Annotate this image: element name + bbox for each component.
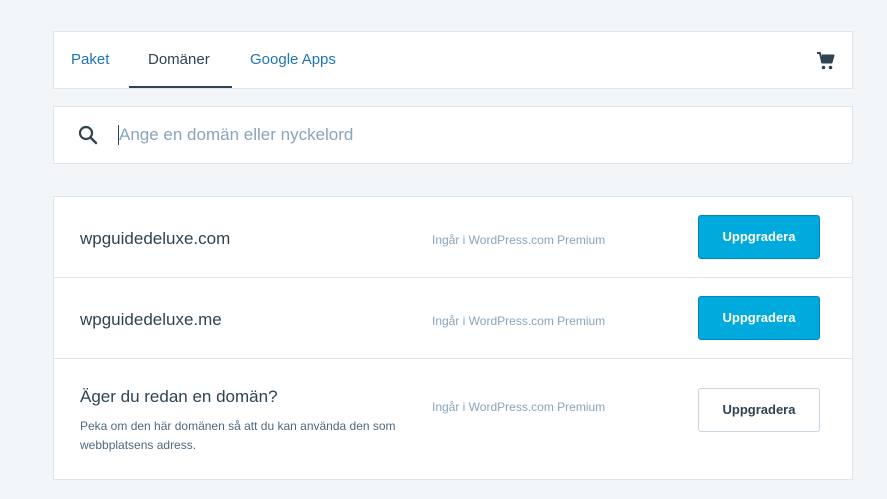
active-tab-indicator (129, 86, 232, 88)
search-icon[interactable] (78, 125, 98, 145)
domain-suggestions: wpguidedeluxe.com Ingår i WordPress.com … (53, 196, 853, 480)
section-nav: Paket Domäner Google Apps (53, 31, 853, 89)
existing-domain-title: Äger du redan en domän? (80, 387, 278, 406)
text-caret (118, 125, 119, 145)
tab-paket[interactable]: Paket (71, 32, 109, 88)
domain-row: wpguidedeluxe.me Ingår i WordPress.com P… (54, 278, 852, 359)
domain-row: wpguidedeluxe.com Ingår i WordPress.com … (54, 197, 852, 278)
existing-domain-row: Äger du redan en domän? Peka om den här … (54, 359, 852, 479)
domain-name: wpguidedeluxe.me (80, 310, 222, 329)
plan-note: Ingår i WordPress.com Premium (432, 314, 606, 328)
existing-domain-description: Peka om den här domänen så att du kan an… (80, 419, 396, 452)
plan-note: Ingår i WordPress.com Premium (432, 233, 606, 247)
upgrade-button[interactable]: Uppgradera (698, 296, 820, 340)
domain-name: wpguidedeluxe.com (80, 229, 231, 248)
cart-icon[interactable] (816, 51, 836, 71)
tab-google-apps[interactable]: Google Apps (250, 32, 336, 88)
upgrade-button[interactable]: Uppgradera (698, 388, 820, 432)
search-input[interactable] (117, 119, 819, 151)
tab-domaner[interactable]: Domäner (148, 32, 210, 88)
plan-note: Ingår i WordPress.com Premium (432, 400, 606, 414)
domain-search (53, 106, 853, 164)
upgrade-button[interactable]: Uppgradera (698, 215, 820, 259)
